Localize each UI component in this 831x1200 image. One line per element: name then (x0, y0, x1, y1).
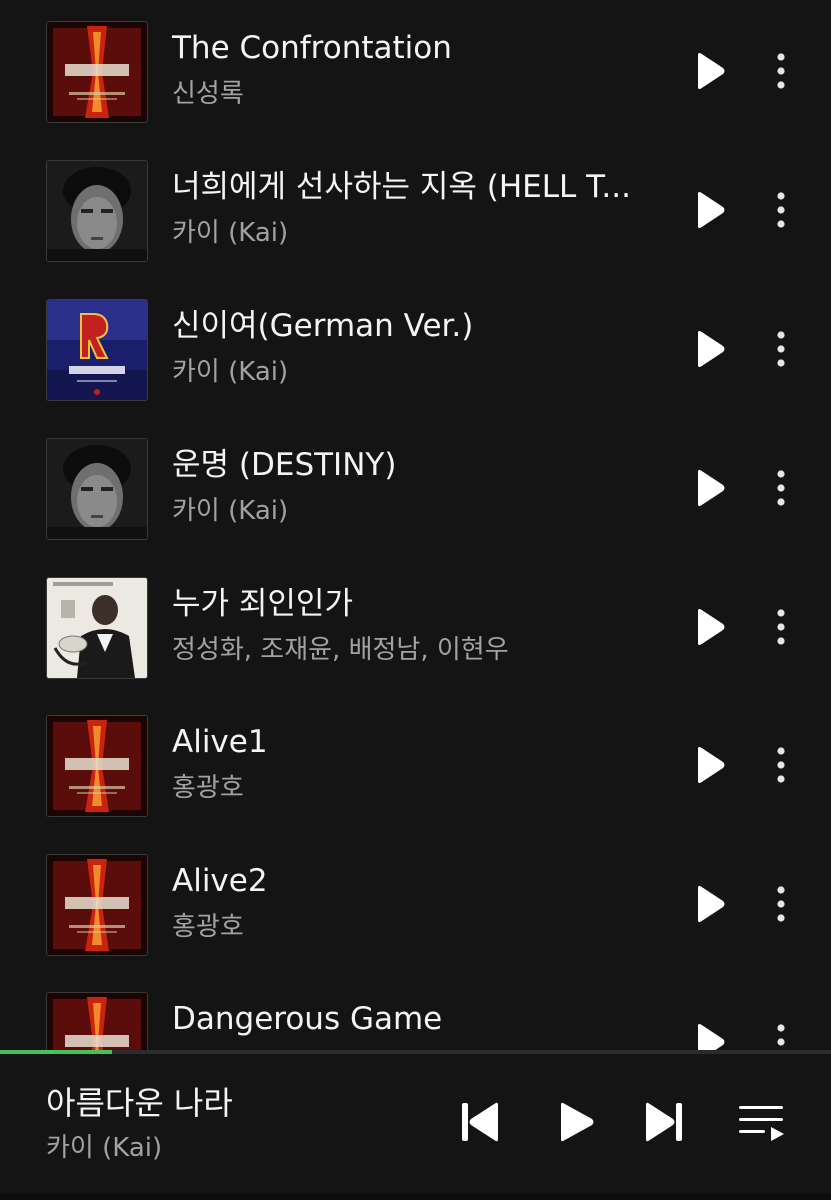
track-title: Alive1 (172, 724, 268, 760)
track-title: The Confrontation (172, 30, 452, 66)
more-options-button[interactable] (764, 606, 798, 648)
track-row[interactable]: 신이여(German Ver.) 카이 (Kai) (0, 278, 831, 416)
track-title: 신이여(German Ver.) (172, 308, 474, 344)
mini-player[interactable]: 아름다운 나라 카이 (Kai) (0, 1054, 831, 1200)
jekyll-hyde-album-art (46, 21, 148, 123)
jekyll-hyde-album-art (46, 992, 148, 1050)
skip-previous-icon (462, 1102, 498, 1142)
bottom-edge (0, 1193, 831, 1200)
hero-ost-album-art (46, 577, 148, 679)
track-artist: 카이 (Kai) (172, 496, 289, 526)
play-icon (698, 53, 725, 89)
more-options-button[interactable] (764, 883, 798, 925)
track-row[interactable]: Alive2 홍광호 (0, 833, 831, 971)
track-title: 너희에게 선사하는 지옥 (HELL T... (172, 169, 631, 205)
previous-button[interactable] (458, 1100, 502, 1144)
play-icon (698, 1024, 725, 1050)
track-artist: 정성화, 조재윤, 배정남, 이현우 (172, 635, 509, 665)
track-artist: 신성록 (172, 79, 244, 109)
jekyll-hyde-album-art (46, 715, 148, 817)
track-artist: 카이 (Kai) (172, 357, 289, 387)
play-icon (698, 192, 725, 228)
more-options-button[interactable] (764, 467, 798, 509)
skip-next-icon (646, 1102, 682, 1142)
row-play-button[interactable] (692, 1021, 728, 1050)
kai-portrait-album-art (46, 438, 148, 540)
next-button[interactable] (642, 1100, 686, 1144)
track-title: 누가 죄인인가 (172, 586, 353, 622)
more-options-button[interactable] (764, 50, 798, 92)
queue-list-icon (739, 1106, 784, 1141)
track-row[interactable]: Dangerous Game (0, 971, 831, 1050)
more-vertical-icon (777, 747, 785, 783)
track-list: The Confrontation 신성록 너희에게 선사하는 지옥 (HELL… (0, 0, 831, 1050)
now-playing-title: 아름다운 나라 (46, 1084, 233, 1122)
jekyll-hyde-album-art (46, 854, 148, 956)
track-title: Dangerous Game (172, 1001, 443, 1037)
row-play-button[interactable] (692, 50, 728, 92)
play-icon (698, 886, 725, 922)
play-icon (561, 1102, 594, 1142)
more-vertical-icon (777, 1024, 785, 1046)
track-artist: 카이 (Kai) (172, 218, 289, 248)
play-icon (698, 609, 725, 645)
track-row[interactable]: Alive1 홍광호 (0, 694, 831, 832)
track-row[interactable]: 운명 (DESTINY) 카이 (Kai) (0, 417, 831, 555)
track-artist: 홍광호 (172, 773, 244, 803)
play-button[interactable] (554, 1100, 598, 1144)
more-vertical-icon (777, 53, 785, 89)
row-play-button[interactable] (692, 606, 728, 648)
play-icon (698, 470, 725, 506)
track-artist: 홍광호 (172, 912, 244, 942)
more-vertical-icon (777, 886, 785, 922)
more-vertical-icon (777, 470, 785, 506)
track-title: 운명 (DESTINY) (172, 447, 397, 483)
more-options-button[interactable] (764, 1021, 798, 1050)
row-play-button[interactable] (692, 467, 728, 509)
row-play-button[interactable] (692, 744, 728, 786)
play-icon (698, 747, 725, 783)
more-options-button[interactable] (764, 744, 798, 786)
row-play-button[interactable] (692, 189, 728, 231)
now-playing-artist: 카이 (Kai) (46, 1133, 163, 1163)
more-vertical-icon (777, 609, 785, 645)
track-row[interactable]: 누가 죄인인가 정성화, 조재윤, 배정남, 이현우 (0, 556, 831, 694)
play-icon (698, 331, 725, 367)
track-title: Alive2 (172, 863, 268, 899)
queue-button[interactable] (737, 1102, 787, 1144)
track-row[interactable]: 너희에게 선사하는 지옥 (HELL T... 카이 (Kai) (0, 139, 831, 277)
row-play-button[interactable] (692, 883, 728, 925)
kai-portrait-album-art (46, 160, 148, 262)
track-row[interactable]: The Confrontation 신성록 (0, 0, 831, 138)
rebecca-album-art (46, 299, 148, 401)
more-vertical-icon (777, 331, 785, 367)
row-play-button[interactable] (692, 328, 728, 370)
more-options-button[interactable] (764, 328, 798, 370)
more-vertical-icon (777, 192, 785, 228)
more-options-button[interactable] (764, 189, 798, 231)
